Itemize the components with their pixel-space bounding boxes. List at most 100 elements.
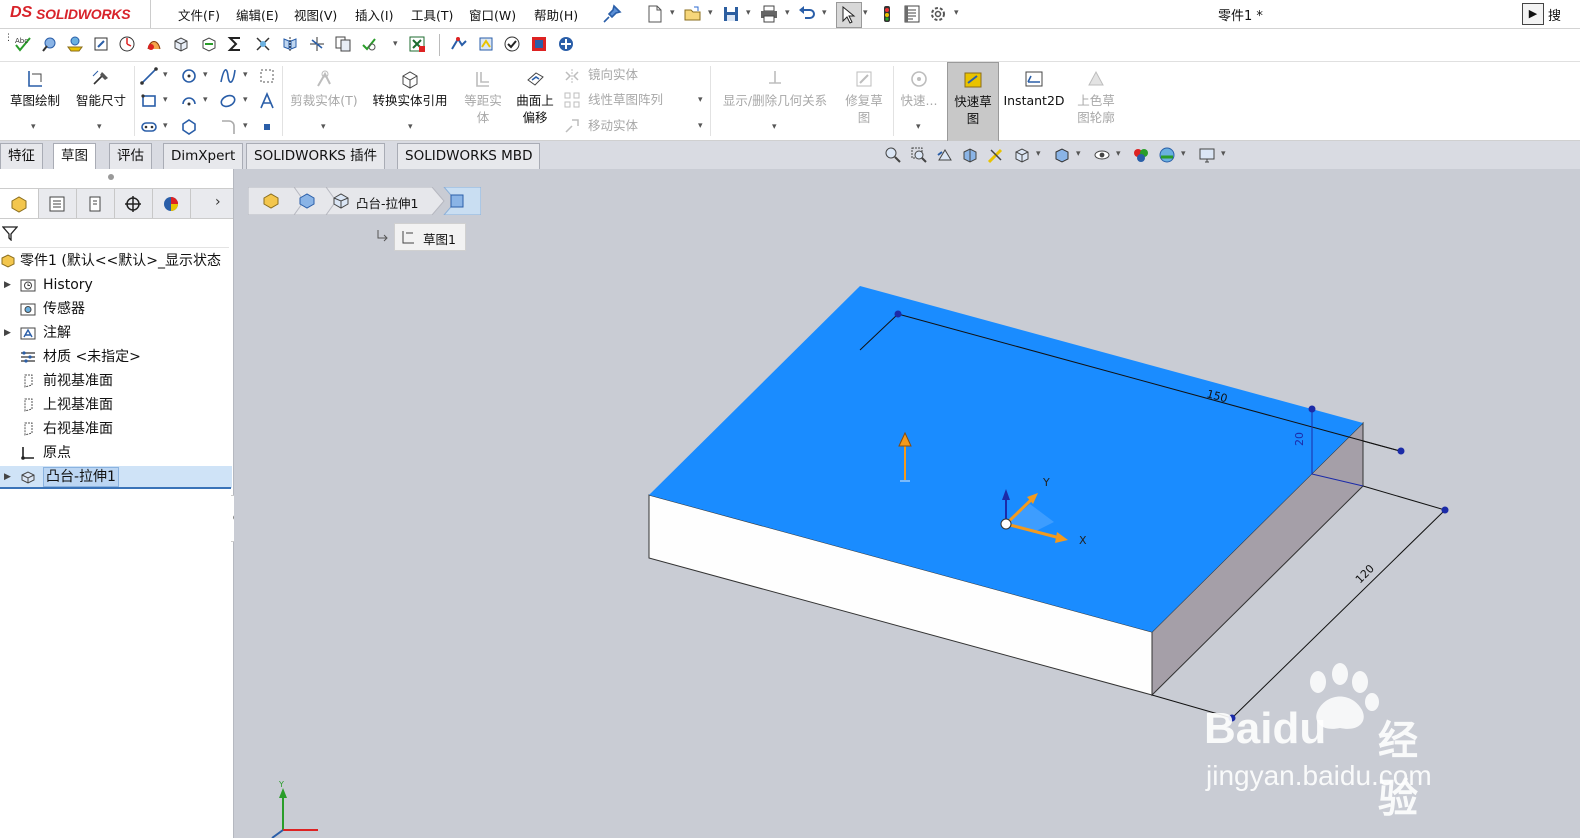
line-icon[interactable]	[140, 67, 158, 85]
chevron-down-icon[interactable]: ▾	[163, 121, 168, 131]
chevron-down-icon[interactable]: ▾	[746, 8, 751, 18]
view-settings-monitor-icon[interactable]	[1198, 146, 1216, 164]
fillet-icon[interactable]	[219, 118, 237, 136]
chevron-down-icon[interactable]: ▾	[243, 95, 248, 105]
tree-item-sensors[interactable]: 传感器	[0, 298, 232, 320]
tree-item-origin[interactable]: 原点	[0, 442, 232, 464]
rebuild-traffic-light-icon[interactable]	[877, 4, 897, 24]
new-document-icon[interactable]	[645, 4, 665, 24]
tree-item-right-plane[interactable]: 右视基准面	[0, 418, 232, 440]
chevron-down-icon[interactable]: ▾	[916, 122, 921, 132]
draftxpert-icon[interactable]	[450, 35, 468, 53]
file-properties-icon[interactable]	[902, 4, 922, 24]
design-checker-icon[interactable]	[503, 35, 521, 53]
compare-documents-icon[interactable]	[334, 35, 352, 53]
command-prompt-icon[interactable]: ▶	[1522, 3, 1544, 25]
tab-dimxpert[interactable]: DimXpert	[163, 143, 244, 169]
chevron-down-icon[interactable]: ▾	[203, 70, 208, 80]
rapid-sketch-button[interactable]: 快速草 图	[947, 62, 999, 142]
propertymanager-tab[interactable]	[38, 189, 77, 218]
chevron-down-icon[interactable]: ▾	[1036, 149, 1041, 159]
zoom-to-area-icon[interactable]	[910, 146, 928, 164]
menu-tools[interactable]: 工具(T)	[411, 5, 453, 24]
undo-icon[interactable]	[797, 4, 817, 24]
tree-filter-row[interactable]	[0, 219, 229, 248]
chevron-down-icon[interactable]: ▾	[163, 95, 168, 105]
mirror-icon[interactable]	[564, 68, 580, 84]
chevron-down-icon[interactable]: ▾	[785, 8, 790, 18]
sustainability-icon[interactable]	[557, 35, 575, 53]
excel-design-table-icon[interactable]	[408, 35, 426, 53]
tab-features[interactable]: 特征	[0, 143, 43, 169]
menu-insert[interactable]: 插入(I)	[355, 5, 393, 24]
slot-icon[interactable]	[140, 118, 158, 136]
chevron-down-icon[interactable]: ▾	[408, 122, 413, 132]
hide-show-items-icon[interactable]	[1093, 146, 1111, 164]
sum-icon[interactable]	[226, 35, 244, 53]
expand-arrow-icon[interactable]: ▶	[4, 274, 11, 296]
tree-item-top-plane[interactable]: 上视基准面	[0, 394, 232, 416]
chevron-right-icon[interactable]: ›	[215, 194, 221, 210]
tree-item-front-plane[interactable]: 前视基准面	[0, 370, 232, 392]
check-sketch-icon[interactable]	[145, 35, 163, 53]
chevron-down-icon[interactable]: ▾	[1076, 149, 1081, 159]
dimension-120-label[interactable]: 120	[1353, 562, 1377, 586]
expand-arrow-icon[interactable]: ▶	[4, 322, 11, 344]
chevron-down-icon[interactable]: ▾	[670, 8, 675, 18]
chevron-down-icon[interactable]: ▾	[243, 70, 248, 80]
offset-on-surface-button[interactable]: 曲面上 偏移	[510, 62, 560, 140]
move-entities-label[interactable]: 移动实体	[588, 118, 638, 134]
displaymanager-tab[interactable]	[152, 189, 191, 218]
edit-appearance-icon[interactable]	[1132, 146, 1150, 164]
chevron-down-icon[interactable]: ▾	[243, 121, 248, 131]
chevron-down-icon[interactable]: ▾	[163, 70, 168, 80]
apply-scene-icon[interactable]	[1158, 146, 1176, 164]
check-active-document-icon[interactable]	[360, 35, 378, 53]
tree-item-annotations[interactable]: ▶ 注解	[0, 322, 232, 344]
search-label[interactable]: 搜	[1548, 5, 1561, 24]
tab-evaluate[interactable]: 评估	[109, 143, 152, 169]
expand-arrow-icon[interactable]: ▶	[4, 466, 11, 488]
menu-help[interactable]: 帮助(H)	[534, 5, 578, 24]
deviation-analysis-icon[interactable]	[308, 35, 326, 53]
sensor-icon[interactable]	[254, 35, 272, 53]
spell-check-icon[interactable]: Abc	[14, 35, 32, 53]
dimension-20-label[interactable]: 20	[1293, 432, 1306, 446]
dimxpertmanager-tab[interactable]	[114, 189, 153, 218]
solidworks-logo[interactable]: DS SOLIDWORKS	[8, 4, 148, 24]
offset-entities-button[interactable]: 等距实 体	[459, 62, 507, 140]
chevron-down-icon[interactable]: ▾	[822, 8, 827, 18]
chevron-down-icon[interactable]: ▾	[772, 122, 777, 132]
spline-icon[interactable]	[219, 67, 237, 85]
zoom-to-fit-icon[interactable]	[884, 146, 902, 164]
chevron-down-icon[interactable]: ▾	[698, 121, 703, 131]
menu-window[interactable]: 窗口(W)	[469, 5, 516, 24]
shaded-sketch-contours-button[interactable]: 上色草 图轮廓	[1071, 62, 1121, 140]
linear-pattern-icon[interactable]	[564, 92, 580, 108]
view-orientation-icon[interactable]	[1013, 146, 1031, 164]
thickness-analysis-icon[interactable]	[200, 35, 218, 53]
measure-icon[interactable]	[40, 35, 58, 53]
statistics-icon[interactable]	[118, 35, 136, 53]
tree-item-material[interactable]: 材质 <未指定>	[0, 346, 232, 368]
chevron-down-icon[interactable]: ▾	[708, 8, 713, 18]
tree-item-boss-extrude[interactable]: ▶ 凸台-拉伸1	[0, 466, 232, 488]
linear-pattern-label[interactable]: 线性草图阵列	[588, 92, 663, 108]
mass-properties-icon[interactable]	[66, 35, 84, 53]
section-properties-icon[interactable]	[92, 35, 110, 53]
point-icon[interactable]	[262, 122, 272, 132]
dynamic-annotation-views-icon[interactable]	[987, 146, 1005, 164]
configurationmanager-tab[interactable]	[76, 189, 115, 218]
symmetry-check-icon[interactable]	[281, 35, 299, 53]
select-tool-button[interactable]	[836, 2, 862, 28]
chevron-down-icon[interactable]: ▾	[1221, 149, 1226, 159]
section-view-icon[interactable]	[961, 146, 979, 164]
circle-icon[interactable]	[180, 67, 198, 85]
construction-geometry-icon[interactable]	[258, 67, 276, 85]
print-icon[interactable]	[759, 4, 779, 24]
mirror-label[interactable]: 镜向实体	[588, 67, 638, 83]
tree-root-part[interactable]: 零件1 (默认<<默认>_显示状态	[0, 250, 232, 272]
design-study-icon[interactable]	[477, 35, 495, 53]
tree-item-history[interactable]: ▶ History	[0, 274, 232, 296]
ellipse-icon[interactable]	[219, 92, 237, 110]
